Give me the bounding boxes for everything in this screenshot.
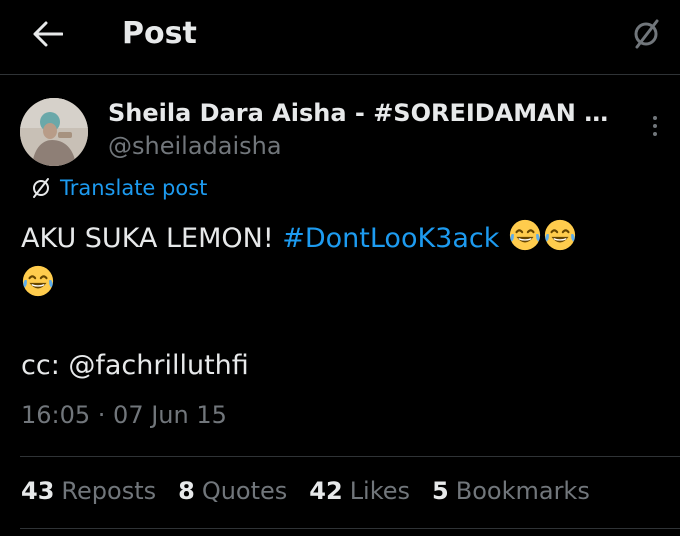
arrow-left-icon (33, 21, 63, 47)
page-title: Post (122, 16, 197, 51)
face-with-tears-of-joy-icon (509, 219, 541, 251)
translate-slash-icon (634, 19, 659, 49)
more-dot-icon (653, 124, 657, 128)
stat-quotes[interactable]: 8 Quotes (178, 473, 287, 509)
post-cc-line: cc: @fachrilluthfi (21, 350, 249, 381)
stat-label: Quotes (201, 477, 288, 505)
translate-post-link[interactable]: Translate post (30, 174, 207, 202)
post-screen: Post Sheila Dara Aisha - #SOREIDAMAN DI.… (0, 0, 680, 536)
post-timestamp[interactable]: 16:05 · 07 Jun 15 (21, 398, 227, 432)
avatar[interactable] (20, 98, 88, 166)
post-text: AKU SUKA LEMON! #DontLooK3ack (21, 216, 651, 308)
back-button[interactable] (26, 14, 70, 54)
stat-reposts[interactable]: 43 Reposts (21, 473, 156, 509)
avatar-photo-icon (20, 98, 88, 166)
stat-label: Bookmarks (455, 477, 590, 505)
stat-count: 43 (21, 477, 55, 505)
translate-button[interactable] (626, 14, 666, 54)
stat-label: Reposts (61, 477, 157, 505)
translate-slash-icon (33, 178, 49, 198)
stat-count: 5 (432, 477, 449, 505)
post-text-content: AKU SUKA LEMON! (21, 223, 283, 254)
face-with-tears-of-joy-icon (22, 265, 54, 297)
stat-count: 42 (309, 477, 343, 505)
more-dot-icon (653, 116, 657, 120)
hashtag-link[interactable]: #DontLooK3ack (282, 223, 499, 254)
more-dot-icon (653, 132, 657, 136)
author-display-name[interactable]: Sheila Dara Aisha - #SOREIDAMAN DI... (108, 97, 628, 129)
divider (20, 456, 680, 457)
stat-label: Likes (349, 477, 411, 505)
stat-bookmarks[interactable]: 5 Bookmarks (432, 473, 590, 509)
translate-post-label: Translate post (60, 176, 208, 200)
engagement-stats: 43 Reposts 8 Quotes 42 Likes 5 Bookmarks (21, 473, 590, 509)
author-handle[interactable]: @sheiladaisha (108, 130, 282, 162)
divider (20, 528, 680, 529)
face-with-tears-of-joy-icon (544, 219, 576, 251)
stat-likes[interactable]: 42 Likes (309, 473, 410, 509)
stat-count: 8 (178, 477, 195, 505)
top-bar: Post (0, 0, 680, 75)
more-options-button[interactable] (640, 108, 670, 144)
